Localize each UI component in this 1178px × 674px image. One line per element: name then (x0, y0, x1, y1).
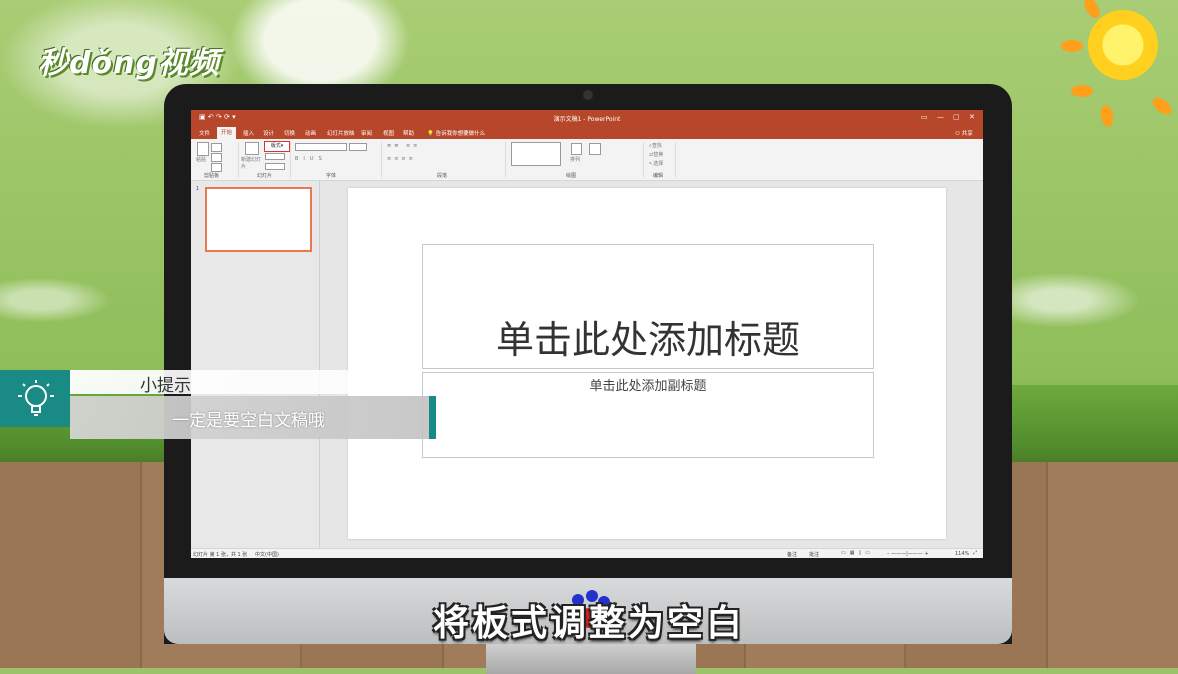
tab-animations[interactable]: 动画 (301, 128, 320, 138)
ribbon-tabs: 文件 开始 插入 设计 切换 动画 幻灯片放映 审阅 视图 帮助 💡 告诉我你想… (191, 126, 983, 139)
font-size-select[interactable] (349, 143, 367, 151)
title-bar: ▣ ↶ ↷ ⟳ ▾ 演示文稿1 - PowerPoint ▭ — ▢ ✕ (191, 110, 983, 126)
share-label: 共享 (961, 131, 973, 137)
tip-icon-box (0, 370, 70, 427)
divider (675, 142, 676, 178)
fit-to-window-icon[interactable]: ⤢ (973, 550, 977, 556)
tell-me-text: 告诉我你想要做什么 (435, 131, 486, 137)
tab-help[interactable]: 帮助 (399, 128, 418, 138)
group-font: 字体 (326, 173, 337, 179)
select-label: 选择 (653, 161, 664, 167)
replace-label: 替换 (653, 152, 664, 158)
status-bar: 幻灯片 第 1 张，共 1 张 中文(中国) 备注 批注 ▭▦▯▭ – ———|… (191, 548, 983, 558)
brand-logo: 秒dǒng视频 (38, 46, 220, 81)
tell-me-box[interactable]: 💡 告诉我你想要做什么 (423, 128, 489, 138)
paste-label: 粘贴 (196, 157, 207, 163)
group-slides: 幻灯片 (257, 173, 273, 179)
thumbnail-number: 1 (196, 186, 200, 192)
group-editing: 编辑 (653, 173, 664, 179)
arrange-icon[interactable] (571, 143, 582, 155)
paragraph-icons[interactable]: ≣≣ ≡≡ (387, 143, 420, 149)
divider (505, 142, 506, 178)
share-button[interactable]: ⚇ 共享 (951, 128, 977, 138)
divider (238, 142, 239, 178)
find-button[interactable]: ⌕查找 (649, 142, 662, 149)
lightbulb-icon (18, 380, 54, 416)
title-placeholder[interactable]: 单击此处添加标题 (422, 244, 874, 369)
tab-review[interactable]: 审阅 (357, 128, 376, 138)
slide-count: 幻灯片 第 1 张，共 1 张 (193, 552, 248, 558)
replace-button[interactable]: ⇄替换 (649, 151, 663, 158)
view-buttons[interactable]: ▭▦▯▭ (841, 550, 874, 556)
subtitle-placeholder-text: 单击此处添加副标题 (589, 379, 707, 394)
font-format-icons[interactable]: BIUS (295, 156, 327, 162)
tab-home[interactable]: 开始 (217, 127, 237, 139)
lightbulb-icon: 💡 (427, 131, 434, 137)
video-subtitle: 将板式调整为空白 (432, 603, 745, 644)
layout-button[interactable]: 版式▾ (264, 141, 290, 152)
divider (381, 142, 382, 178)
window-title: 演示文稿1 - PowerPoint (553, 116, 621, 123)
tab-insert[interactable]: 插入 (239, 128, 258, 138)
new-slide-label: 新建幻灯片 (241, 157, 262, 170)
monitor-stand (486, 644, 696, 674)
tip-title: 小提示 (140, 376, 191, 396)
subtitle-placeholder[interactable]: 单击此处添加副标题 (422, 372, 874, 458)
zoom-slider[interactable]: – ———|——— + (887, 551, 929, 557)
tab-view[interactable]: 视图 (379, 128, 398, 138)
divider (643, 142, 644, 178)
divider (290, 142, 291, 178)
camera-dot (583, 90, 593, 100)
language-status[interactable]: 中文(中国) (255, 551, 279, 558)
sun-ray (1061, 40, 1083, 52)
tip-accent (429, 396, 436, 439)
select-button[interactable]: ↖选择 (649, 160, 663, 167)
cut-icon[interactable] (211, 143, 222, 152)
notes-button[interactable]: 备注 (787, 551, 797, 558)
slide-thumbnail-pane: 1 (191, 181, 320, 548)
sun-ray (1071, 85, 1093, 97)
close-button[interactable]: ✕ (969, 113, 975, 121)
title-placeholder-text: 单击此处添加标题 (495, 318, 800, 362)
new-slide-icon[interactable] (245, 142, 259, 155)
tab-file[interactable]: 文件 (195, 128, 214, 138)
section-icon[interactable] (265, 163, 285, 170)
font-name-select[interactable] (295, 143, 347, 151)
minimize-button[interactable]: — (937, 113, 944, 121)
group-drawing: 绘图 (566, 173, 577, 179)
find-label: 查找 (651, 143, 662, 149)
ribbon-display-icon[interactable]: ▭ (921, 113, 928, 121)
layout-label: 版式 (270, 143, 281, 149)
comments-button[interactable]: 批注 (809, 551, 819, 558)
quick-styles-icon[interactable] (589, 143, 601, 155)
copy-icon[interactable] (211, 153, 222, 162)
tab-slideshow[interactable]: 幻灯片放映 (323, 128, 359, 138)
zoom-level[interactable]: 114% (955, 551, 969, 557)
paste-icon[interactable] (197, 142, 209, 156)
tip-body: 一定是要空白文稿哦 (172, 411, 325, 431)
group-paragraph: 段落 (437, 173, 448, 179)
arrange-label: 排列 (570, 157, 581, 163)
maximize-button[interactable]: ▢ (953, 113, 960, 121)
tip-title-bar (70, 370, 365, 394)
format-painter-icon[interactable] (211, 163, 222, 172)
group-clipboard: 剪贴板 (204, 173, 220, 179)
ribbon: 粘贴 剪贴板 新建幻灯片 版式▾ 幻灯片 BIUS 字体 ≣≣ ≡≡ ≡≡≡≡ … (191, 139, 983, 181)
tab-design[interactable]: 设计 (259, 128, 278, 138)
slide-canvas: 单击此处添加标题 单击此处添加副标题 (348, 188, 946, 539)
align-icons[interactable]: ≡≡≡≡ (387, 156, 416, 162)
reset-icon[interactable] (265, 153, 285, 160)
person-icon: ⚇ (955, 131, 960, 137)
sun-icon (1088, 10, 1158, 80)
tab-transitions[interactable]: 切换 (280, 128, 299, 138)
slide-thumbnail[interactable] (205, 187, 312, 252)
powerpoint-window: ▣ ↶ ↷ ⟳ ▾ 演示文稿1 - PowerPoint ▭ — ▢ ✕ 文件 … (191, 110, 983, 558)
shapes-gallery[interactable] (511, 142, 561, 166)
